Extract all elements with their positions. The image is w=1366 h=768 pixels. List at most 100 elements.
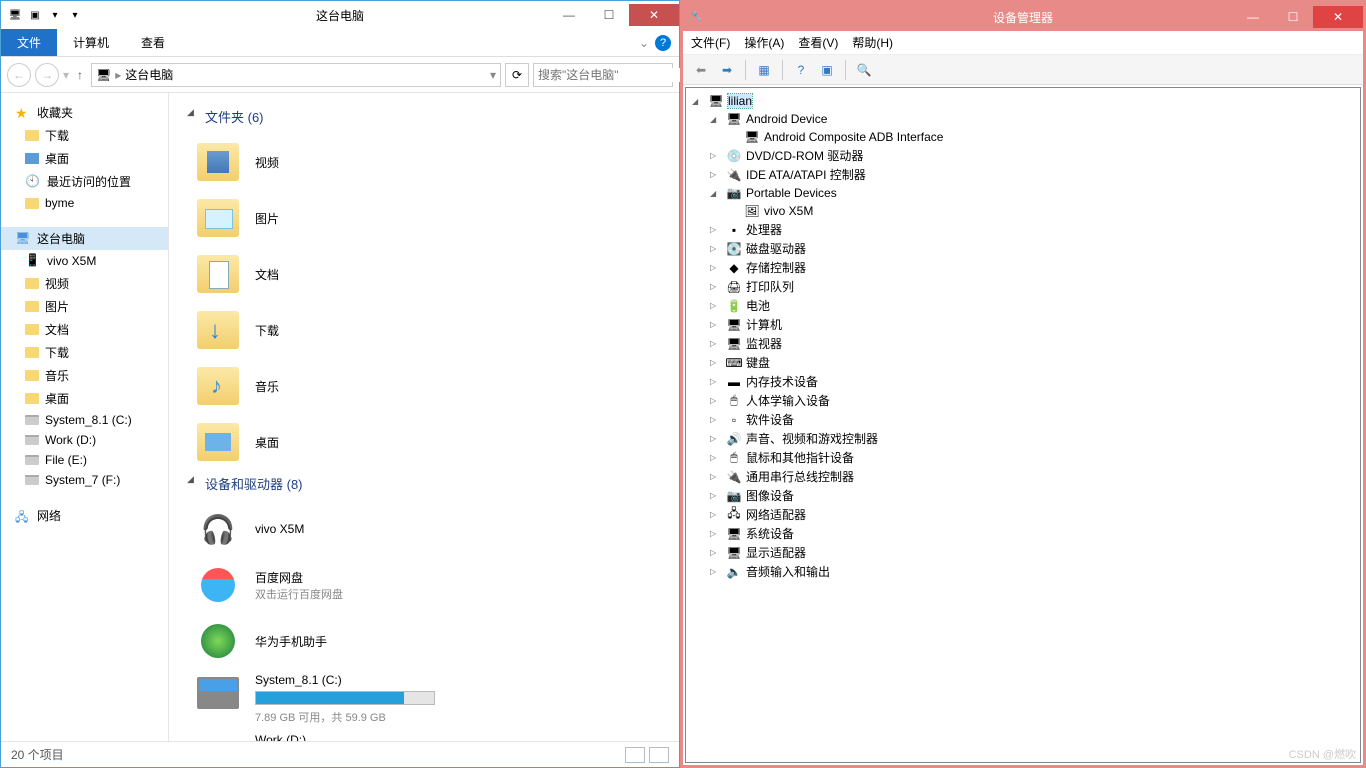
expander-icon[interactable]: ▷ bbox=[710, 320, 722, 329]
expander-icon[interactable]: ▷ bbox=[710, 415, 722, 424]
expander-icon[interactable]: ◢ bbox=[710, 115, 722, 124]
device-item-vivo[interactable]: 🎧vivo X5M bbox=[179, 501, 669, 557]
device-item-drive-d[interactable]: Work (D:) bbox=[179, 729, 669, 741]
folder-item-pictures[interactable]: 图片 bbox=[179, 190, 669, 246]
tab-view[interactable]: 查看 bbox=[125, 29, 181, 56]
folder-item-desktop[interactable]: 桌面 bbox=[179, 414, 669, 470]
tree-system[interactable]: ▷🖥系统设备 bbox=[690, 524, 1356, 543]
view-icons-button[interactable] bbox=[649, 747, 669, 763]
tree-keyboard[interactable]: ▷⌨键盘 bbox=[690, 353, 1356, 372]
tool-properties-button[interactable]: ▣ bbox=[815, 59, 839, 81]
expander-icon[interactable]: ▷ bbox=[710, 263, 722, 272]
expander-icon[interactable]: ▷ bbox=[710, 301, 722, 310]
expander-icon[interactable]: ▷ bbox=[710, 170, 722, 179]
up-button[interactable]: ↑ bbox=[73, 68, 87, 82]
expander-icon[interactable]: ▷ bbox=[710, 453, 722, 462]
maximize-button[interactable]: ☐ bbox=[589, 4, 629, 26]
sidebar-item-vivo[interactable]: 📱vivo X5M bbox=[1, 250, 168, 272]
tree-memory[interactable]: ▷▬内存技术设备 bbox=[690, 372, 1356, 391]
sidebar-item-downloads2[interactable]: 下载 bbox=[1, 341, 168, 364]
tool-details-button[interactable]: ▦ bbox=[752, 59, 776, 81]
tree-software[interactable]: ▷▫软件设备 bbox=[690, 410, 1356, 429]
folder-item-downloads[interactable]: 下载 bbox=[179, 302, 669, 358]
tree-display[interactable]: ▷🖥显示适配器 bbox=[690, 543, 1356, 562]
tree-android[interactable]: ◢🖥Android Device bbox=[690, 110, 1356, 128]
tool-forward-button[interactable]: ➡ bbox=[715, 59, 739, 81]
folder-item-music[interactable]: 音乐 bbox=[179, 358, 669, 414]
sidebar-item-desktop[interactable]: 桌面 bbox=[1, 147, 168, 170]
tree-audioio[interactable]: ▷🔈音频输入和输出 bbox=[690, 562, 1356, 581]
folder-item-videos[interactable]: 视频 bbox=[179, 134, 669, 190]
expander-icon[interactable]: ▷ bbox=[710, 396, 722, 405]
recent-dropdown-icon[interactable]: ▾ bbox=[63, 68, 69, 82]
sidebar-network-header[interactable]: 🖧网络 bbox=[1, 504, 168, 527]
expander-icon[interactable]: ▷ bbox=[710, 472, 722, 481]
sidebar-item-music[interactable]: 音乐 bbox=[1, 364, 168, 387]
search-input[interactable] bbox=[538, 68, 693, 82]
tree-print[interactable]: ▷🖨打印队列 bbox=[690, 277, 1356, 296]
expander-icon[interactable]: ▷ bbox=[710, 339, 722, 348]
expander-icon[interactable]: ▷ bbox=[710, 529, 722, 538]
menu-view[interactable]: 查看(V) bbox=[798, 34, 838, 51]
folder-item-documents[interactable]: 文档 bbox=[179, 246, 669, 302]
tab-computer[interactable]: 计算机 bbox=[57, 29, 125, 56]
sidebar-item-downloads[interactable]: 下载 bbox=[1, 124, 168, 147]
tree-portable[interactable]: ◢📷Portable Devices bbox=[690, 184, 1356, 202]
address-bar[interactable]: 🖥 ▸ ▾ bbox=[91, 63, 501, 87]
device-item-drive-c[interactable]: System_8.1 (C:) 7.89 GB 可用，共 59.9 GB bbox=[179, 669, 669, 729]
new-folder-icon[interactable]: ▾ bbox=[47, 7, 63, 23]
device-item-huawei[interactable]: 华为手机助手 bbox=[179, 613, 669, 669]
sidebar-item-videos[interactable]: 视频 bbox=[1, 272, 168, 295]
expander-icon[interactable]: ▷ bbox=[710, 491, 722, 500]
tree-monitor[interactable]: ▷🖥监视器 bbox=[690, 334, 1356, 353]
sidebar-item-recent[interactable]: 🕙最近访问的位置 bbox=[1, 170, 168, 193]
tree-storage[interactable]: ▷◆存储控制器 bbox=[690, 258, 1356, 277]
properties-icon[interactable]: ▣ bbox=[27, 7, 43, 23]
address-input[interactable] bbox=[125, 68, 486, 82]
folders-section-header[interactable]: 文件夹 (6) bbox=[179, 103, 669, 134]
close-button[interactable]: ✕ bbox=[629, 4, 679, 26]
expander-icon[interactable]: ▷ bbox=[710, 510, 722, 519]
tree-android-adb[interactable]: 🖥Android Composite ADB Interface bbox=[690, 128, 1356, 146]
breadcrumb-dropdown-icon[interactable]: ▾ bbox=[490, 68, 496, 82]
sidebar-item-byme[interactable]: byme bbox=[1, 193, 168, 213]
close-button[interactable]: ✕ bbox=[1313, 6, 1363, 28]
sidebar-item-drive-c[interactable]: System_8.1 (C:) bbox=[1, 410, 168, 430]
refresh-button[interactable]: ⟳ bbox=[505, 63, 529, 87]
maximize-button[interactable]: ☐ bbox=[1273, 6, 1313, 28]
expander-icon[interactable]: ▷ bbox=[710, 377, 722, 386]
sidebar-item-desktop2[interactable]: 桌面 bbox=[1, 387, 168, 410]
forward-button[interactable]: → bbox=[35, 63, 59, 87]
tool-help-button[interactable]: ? bbox=[789, 59, 813, 81]
tree-dvd[interactable]: ▷💿DVD/CD-ROM 驱动器 bbox=[690, 146, 1356, 165]
expander-icon[interactable]: ▷ bbox=[710, 282, 722, 291]
tree-portable-vivo[interactable]: 🖼vivo X5M bbox=[690, 202, 1356, 220]
tree-ide[interactable]: ▷🔌IDE ATA/ATAPI 控制器 bbox=[690, 165, 1356, 184]
expander-icon[interactable]: ▷ bbox=[710, 358, 722, 367]
device-item-baidu[interactable]: 百度网盘双击运行百度网盘 bbox=[179, 557, 669, 613]
tool-scan-button[interactable]: 🔍 bbox=[852, 59, 876, 81]
help-icon[interactable]: ? bbox=[655, 35, 671, 51]
tree-net[interactable]: ▷🖧网络适配器 bbox=[690, 505, 1356, 524]
tree-usb[interactable]: ▷🔌通用串行总线控制器 bbox=[690, 467, 1356, 486]
menu-file[interactable]: 文件(F) bbox=[691, 34, 730, 51]
sidebar-item-drive-e[interactable]: File (E:) bbox=[1, 450, 168, 470]
menu-help[interactable]: 帮助(H) bbox=[852, 34, 893, 51]
tab-file[interactable]: 文件 bbox=[1, 29, 57, 56]
expander-icon[interactable]: ◢ bbox=[710, 189, 722, 198]
expander-icon[interactable]: ▷ bbox=[710, 548, 722, 557]
tree-hid[interactable]: ▷🖱人体学输入设备 bbox=[690, 391, 1356, 410]
tree-mouse[interactable]: ▷🖱鼠标和其他指针设备 bbox=[690, 448, 1356, 467]
sidebar-item-pictures[interactable]: 图片 bbox=[1, 295, 168, 318]
back-button[interactable]: ← bbox=[7, 63, 31, 87]
sidebar-item-documents[interactable]: 文档 bbox=[1, 318, 168, 341]
sidebar-item-drive-d[interactable]: Work (D:) bbox=[1, 430, 168, 450]
tree-root[interactable]: ◢🖥lilian bbox=[690, 92, 1356, 110]
breadcrumb-arrow-icon[interactable]: ▸ bbox=[115, 68, 121, 82]
sidebar-thispc-header[interactable]: 🖥这台电脑 bbox=[1, 227, 168, 250]
menu-action[interactable]: 操作(A) bbox=[744, 34, 784, 51]
tree-computer[interactable]: ▷🖥计算机 bbox=[690, 315, 1356, 334]
minimize-button[interactable]: — bbox=[1233, 6, 1273, 28]
sidebar-favorites-header[interactable]: ★收藏夹 bbox=[1, 101, 168, 124]
expander-icon[interactable]: ▷ bbox=[710, 225, 722, 234]
